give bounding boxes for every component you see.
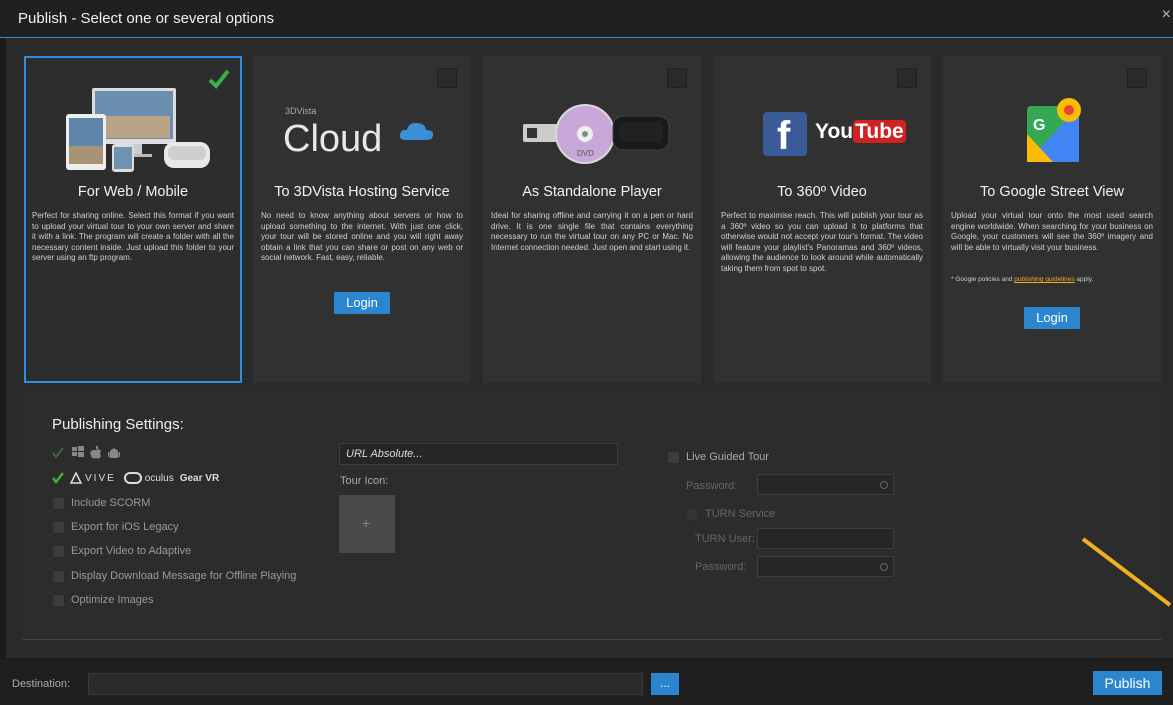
dvd-label: DVD bbox=[577, 149, 594, 158]
option-export-ios-legacy[interactable]: Export for iOS Legacy bbox=[52, 519, 179, 535]
title-bar: Publish - Select one or several options … bbox=[0, 0, 1173, 38]
svg-text:G: G bbox=[1033, 117, 1045, 134]
turn-user-label: TURN User: bbox=[695, 533, 755, 545]
password-input[interactable] bbox=[757, 474, 894, 495]
card-description: Ideal for sharing offline and carrying i… bbox=[491, 211, 693, 252]
facebook-icon: f bbox=[763, 112, 807, 158]
turn-user-input[interactable] bbox=[757, 528, 894, 549]
card-title: To 3DVista Hosting Service bbox=[274, 184, 450, 200]
vive-triangle-icon bbox=[70, 472, 82, 484]
platforms-row[interactable] bbox=[52, 445, 120, 461]
devices-illustration-icon bbox=[66, 88, 210, 172]
card-description: No need to know anything about servers o… bbox=[261, 211, 463, 262]
card-title: To 360º Video bbox=[777, 184, 867, 200]
eye-icon bbox=[880, 563, 888, 571]
youtube-icon: YouTube bbox=[815, 120, 906, 143]
turn-password-input[interactable] bbox=[757, 556, 894, 577]
destination-input[interactable] bbox=[88, 673, 643, 695]
card-google-street-view[interactable]: G To Google Street View Upload your virt… bbox=[943, 56, 1161, 383]
publishing-settings-panel: Publishing Settings: VIVE oculus Gear VR… bbox=[22, 392, 1162, 640]
annotation-arrow-icon bbox=[1081, 537, 1172, 607]
card-web-mobile[interactable]: For Web / Mobile Perfect for sharing onl… bbox=[24, 56, 242, 383]
turn-service-option[interactable]: TURN Service bbox=[686, 506, 775, 522]
card-description: Perfect to maximise reach. This will pub… bbox=[721, 211, 923, 273]
vr-row[interactable]: VIVE oculus Gear VR bbox=[52, 470, 219, 486]
card-checkbox[interactable] bbox=[437, 68, 457, 88]
checkmark-icon bbox=[52, 472, 64, 484]
card-checkbox[interactable] bbox=[1127, 68, 1147, 88]
card-title: As Standalone Player bbox=[522, 184, 662, 200]
option-display-download-message[interactable]: Display Download Message for Offline Pla… bbox=[52, 568, 296, 584]
option-optimize-images[interactable]: Optimize Images bbox=[52, 592, 154, 608]
card-checkbox[interactable] bbox=[667, 68, 687, 88]
apple-icon bbox=[90, 446, 101, 459]
usb-dvd-vr-icon: DVD bbox=[523, 104, 670, 164]
publishing-guidelines-link[interactable]: publishing guidelines bbox=[1014, 276, 1074, 283]
window-title: Publish - Select one or several options bbox=[18, 10, 274, 27]
card-3dvista-hosting[interactable]: 3DVista Cloud To 3DVista Hosting Service… bbox=[253, 56, 471, 383]
tour-icon-label: Tour Icon: bbox=[340, 475, 389, 487]
turn-password-label: Password: bbox=[695, 561, 747, 573]
publishing-settings-title: Publishing Settings: bbox=[52, 416, 184, 433]
logo-3dvista-text: 3DVista bbox=[285, 106, 317, 116]
close-icon[interactable]: × bbox=[1162, 6, 1171, 24]
password-label: Password: bbox=[686, 480, 738, 492]
option-include-scorm[interactable]: Include SCORM bbox=[52, 495, 150, 511]
footer-bar: Destination: ... Publish bbox=[0, 660, 1173, 705]
browse-button[interactable]: ... bbox=[651, 673, 679, 695]
android-icon bbox=[108, 448, 120, 458]
card-title: For Web / Mobile bbox=[77, 184, 189, 200]
plus-icon: + bbox=[362, 515, 371, 531]
platform-icons bbox=[72, 446, 120, 460]
card-standalone-player[interactable]: DVD As Standalone Player Ideal for shari… bbox=[483, 56, 701, 383]
checkmark-icon bbox=[52, 447, 64, 459]
card-360-video[interactable]: f YouTube To 360º Video Perfect to maxim… bbox=[713, 56, 931, 383]
destination-label: Destination: bbox=[12, 678, 71, 690]
card-checkbox[interactable] bbox=[208, 68, 230, 89]
publish-button[interactable]: Publish bbox=[1093, 671, 1162, 695]
google-policies-note: * Google policies and publishing guideli… bbox=[951, 276, 1094, 283]
live-guided-tour-option[interactable]: Live Guided Tour bbox=[667, 449, 769, 465]
google-login-button[interactable]: Login bbox=[1024, 307, 1080, 329]
card-description: Perfect for sharing online. Select this … bbox=[32, 211, 234, 262]
option-export-video-adaptive[interactable]: Export Video to Adaptive bbox=[52, 543, 191, 559]
google-street-view-icon: G bbox=[1027, 98, 1081, 162]
card-description: Upload your virtual tour onto the most u… bbox=[951, 211, 1153, 252]
eye-icon bbox=[880, 481, 888, 489]
cloud-icon bbox=[399, 122, 434, 140]
oculus-label: oculus bbox=[144, 472, 174, 484]
card-checkbox[interactable] bbox=[897, 68, 917, 88]
vive-label: VIVE bbox=[85, 472, 116, 484]
gearvr-label: Gear VR bbox=[179, 472, 220, 484]
url-absolute-input[interactable]: URL Absolute... bbox=[339, 443, 618, 465]
logo-cloud-text: Cloud bbox=[283, 118, 383, 160]
oculus-icon bbox=[123, 472, 142, 484]
card-title: To Google Street View bbox=[979, 184, 1124, 200]
cloud-login-button[interactable]: Login bbox=[334, 292, 390, 314]
tour-icon-upload[interactable]: + bbox=[339, 495, 395, 553]
windows-icon bbox=[72, 446, 84, 457]
